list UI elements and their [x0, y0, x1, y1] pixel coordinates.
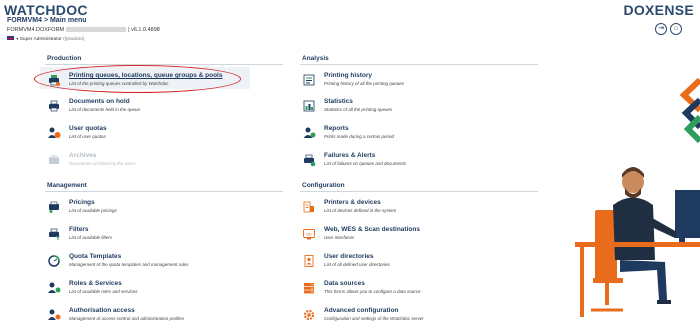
menu-item-title: Advanced configuration [324, 307, 399, 314]
menu-item-title: Web, WES & Scan destinations [324, 226, 420, 233]
menu-item-title: Printing queues, locations, queue groups… [69, 72, 223, 79]
menu-item-advanced-configuration[interactable]: Advanced configuration Configuration and… [302, 307, 512, 327]
menu-item-printing-queues[interactable]: Printing queues, locations, queue groups… [47, 72, 257, 92]
authorisation-icon [48, 309, 61, 320]
menu-item-desc: Prints made during a certain period [324, 134, 395, 139]
menu-item-desc: List of available filters [69, 235, 113, 240]
menu-item-desc: List of the printing queues controlled b… [69, 81, 169, 86]
menu-item-desc: List of devices defined in the system [324, 208, 397, 213]
menu-item-title: Authorisation access [69, 307, 135, 314]
menu-item-documents-on-hold[interactable]: Documents on hold List of documents held… [47, 98, 257, 118]
menu-item-title: Data sources [324, 280, 365, 287]
history-icon [303, 74, 315, 86]
decorative-arrows-icon [679, 77, 700, 144]
menu-item-desc: User interfaces [324, 235, 355, 240]
divider [45, 191, 283, 192]
divider [300, 64, 538, 65]
menu-item-title: Printers & devices [324, 199, 381, 206]
menu-item-failures-alerts[interactable]: Failures & Alerts List of failures on qu… [302, 152, 512, 172]
menu-item-desc: List of user quotas [69, 134, 106, 139]
logout-icon[interactable]: ⇥ [655, 23, 667, 35]
menu-item-pricings[interactable]: Pricings List of available pricings [47, 199, 257, 219]
menu-item-desc: Management of the quota templates and ma… [69, 262, 189, 267]
menu-item-user-directories[interactable]: User directories List of all defined use… [302, 253, 512, 273]
menu-item-title: User directories [324, 253, 374, 260]
user-info[interactable]: ▾ Super Administrator (lysodoro) [7, 36, 85, 42]
menu-item-desc: List of documents held in the queue [69, 107, 141, 112]
watchdoc-logo[interactable]: WATCHDOC [4, 2, 88, 18]
menu-item-desc: Configuration and settings of the Watchd… [324, 316, 424, 321]
menu-item-desc: Printing history of all the printing que… [324, 81, 405, 86]
printer-devices-icon [303, 201, 314, 213]
chevron-down-icon[interactable]: ▾ [16, 36, 18, 41]
doxense-logo: DOXENSE [623, 2, 694, 18]
menu-item-desc: List of available roles and services [69, 289, 138, 294]
menu-item-data-sources[interactable]: Data sources This forms allows you to co… [302, 280, 512, 300]
main-menu-page: WATCHDOC DOXENSE FORMVM4 > Main menu FOR… [0, 0, 700, 334]
user-role: Super Administrator [19, 37, 62, 42]
analysis-section-title: Analysis [302, 55, 329, 62]
breadcrumb[interactable]: FORMVM4 > Main menu [7, 17, 87, 24]
menu-item-title: User quotas [69, 125, 107, 132]
archive-icon [49, 155, 59, 164]
roles-icon [48, 282, 61, 293]
version-label: | v6.1.0.4898 [128, 27, 160, 33]
server-name: FORMVM4.DOXFORM [7, 27, 65, 33]
uk-flag-icon[interactable] [7, 36, 14, 40]
printer-queues-icon [49, 75, 60, 86]
menu-item-filters[interactable]: Filters List of available filters [47, 226, 257, 246]
menu-item-desc: List of available pricings [69, 208, 117, 213]
menu-item-title: Filters [69, 226, 89, 233]
menu-item-archives: Archives Documents archived by the users [47, 152, 257, 172]
home-icon[interactable]: ⌂ [670, 23, 682, 35]
user-directories-icon [304, 255, 314, 267]
gear-icon [303, 309, 315, 321]
menu-item-user-quotas[interactable]: User quotas List of user quotas [47, 125, 257, 145]
reports-icon [303, 127, 316, 138]
menu-item-desc: List of failures on queues and documents [324, 161, 407, 166]
menu-item-title: Printing history [324, 72, 373, 79]
menu-item-desc: Management of access control and adminis… [69, 316, 185, 321]
statistics-icon [303, 100, 315, 112]
production-section-title: Production [47, 55, 82, 62]
menu-item-title: Archives [69, 152, 97, 159]
document-hold-icon [49, 100, 59, 112]
menu-item-printers-devices[interactable]: Printers & devices List of devices defin… [302, 199, 512, 219]
divider [300, 191, 538, 192]
data-sources-icon [304, 283, 314, 294]
menu-item-quota-templates[interactable]: Quota Templates Management of the quota … [47, 253, 257, 273]
menu-item-desc: This forms allows you to configure a dat… [324, 289, 421, 294]
menu-item-desc: List of all defined user directories [324, 262, 390, 267]
menu-item-title: Documents on hold [69, 98, 130, 105]
menu-item-desc: Statistics of all the printing queues [324, 107, 393, 112]
web-wes-icon: OK [303, 229, 315, 240]
menu-item-desc: Documents archived by the users [69, 161, 136, 166]
menu-item-roles-services[interactable]: Roles & Services List of available roles… [47, 280, 257, 300]
management-section-title: Management [47, 182, 87, 189]
menu-item-title: Failures & Alerts [324, 152, 376, 159]
user-quota-icon [48, 127, 61, 138]
menu-item-title: Statistics [324, 98, 353, 105]
configuration-section-title: Configuration [302, 182, 345, 189]
svg-text:OK: OK [306, 231, 312, 236]
menu-item-title: Pricings [69, 199, 95, 206]
menu-item-statistics[interactable]: Statistics Statistics of all the printin… [302, 98, 512, 118]
menu-item-title: Roles & Services [69, 280, 122, 287]
redacted-text [66, 27, 127, 32]
menu-item-title: Quota Templates [69, 253, 122, 260]
filter-icon [49, 228, 60, 240]
alerts-icon [304, 154, 316, 167]
server-info: FORMVM4.DOXFORM | v6.1.0.4898 [7, 27, 160, 33]
menu-item-reports[interactable]: Reports Prints made during a certain per… [302, 125, 512, 145]
menu-item-title: Reports [324, 125, 349, 132]
user-extra: (lysodoro) [63, 37, 85, 42]
pricing-icon [49, 201, 59, 213]
menu-item-authorisation-access[interactable]: Authorisation access Management of acces… [47, 307, 257, 327]
menu-item-printing-history[interactable]: Printing history Printing history of all… [302, 72, 512, 92]
person-at-desk-illustration [575, 167, 700, 317]
quota-template-icon [48, 255, 60, 267]
menu-item-web-wes-scan[interactable]: OK Web, WES & Scan destinations User int… [302, 226, 512, 246]
